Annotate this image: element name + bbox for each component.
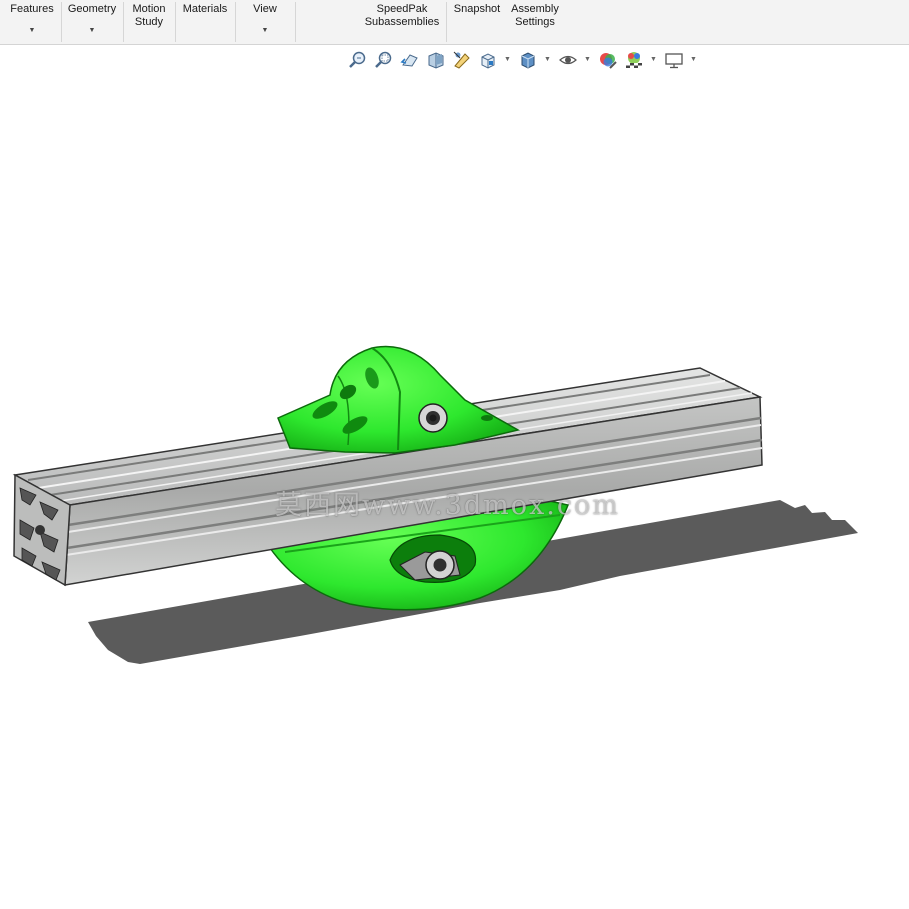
motion-study-label-1: Motion <box>132 3 166 15</box>
view-button[interactable]: View ▼ <box>236 0 294 44</box>
graphics-area[interactable]: 莫西网www.3dmox.com <box>0 45 909 909</box>
motion-study-label-2: Study <box>134 16 164 28</box>
assembly-settings-button[interactable]: Assembly Settings <box>506 0 564 44</box>
geometry-label: Geometry <box>67 3 117 15</box>
snapshot-label: Snapshot <box>453 3 501 15</box>
ribbon-divider <box>446 2 447 42</box>
speedpak-label-1: SpeedPak <box>376 3 428 15</box>
materials-button[interactable]: Materials <box>176 0 234 44</box>
watermark-text: 莫西网www.3dmox.com <box>275 490 620 521</box>
assembly-settings-label-2: Settings <box>515 16 555 28</box>
chevron-down-icon: ▼ <box>28 27 36 34</box>
materials-label: Materials <box>182 3 228 15</box>
features-button[interactable]: Features ▼ <box>4 0 60 44</box>
assembly-model[interactable] <box>0 45 909 909</box>
chevron-down-icon: ▼ <box>261 27 269 34</box>
reference-geometry-button[interactable]: Geometry ▼ <box>62 0 122 44</box>
chevron-down-icon: ▼ <box>88 27 96 34</box>
view-label: View <box>253 3 277 15</box>
ribbon-divider <box>295 2 296 42</box>
snapshot-button[interactable]: Snapshot <box>448 0 506 44</box>
features-label: Features <box>10 3 54 15</box>
speedpak-label-2: Subassemblies <box>364 16 440 28</box>
new-motion-study-button[interactable]: Motion Study <box>124 0 174 44</box>
assembly-settings-label-1: Assembly <box>511 3 559 15</box>
command-manager-ribbon: Features ▼ Geometry ▼ Motion Study Mater… <box>0 0 909 45</box>
speedpak-button[interactable]: SpeedPak Subassemblies <box>360 0 444 44</box>
